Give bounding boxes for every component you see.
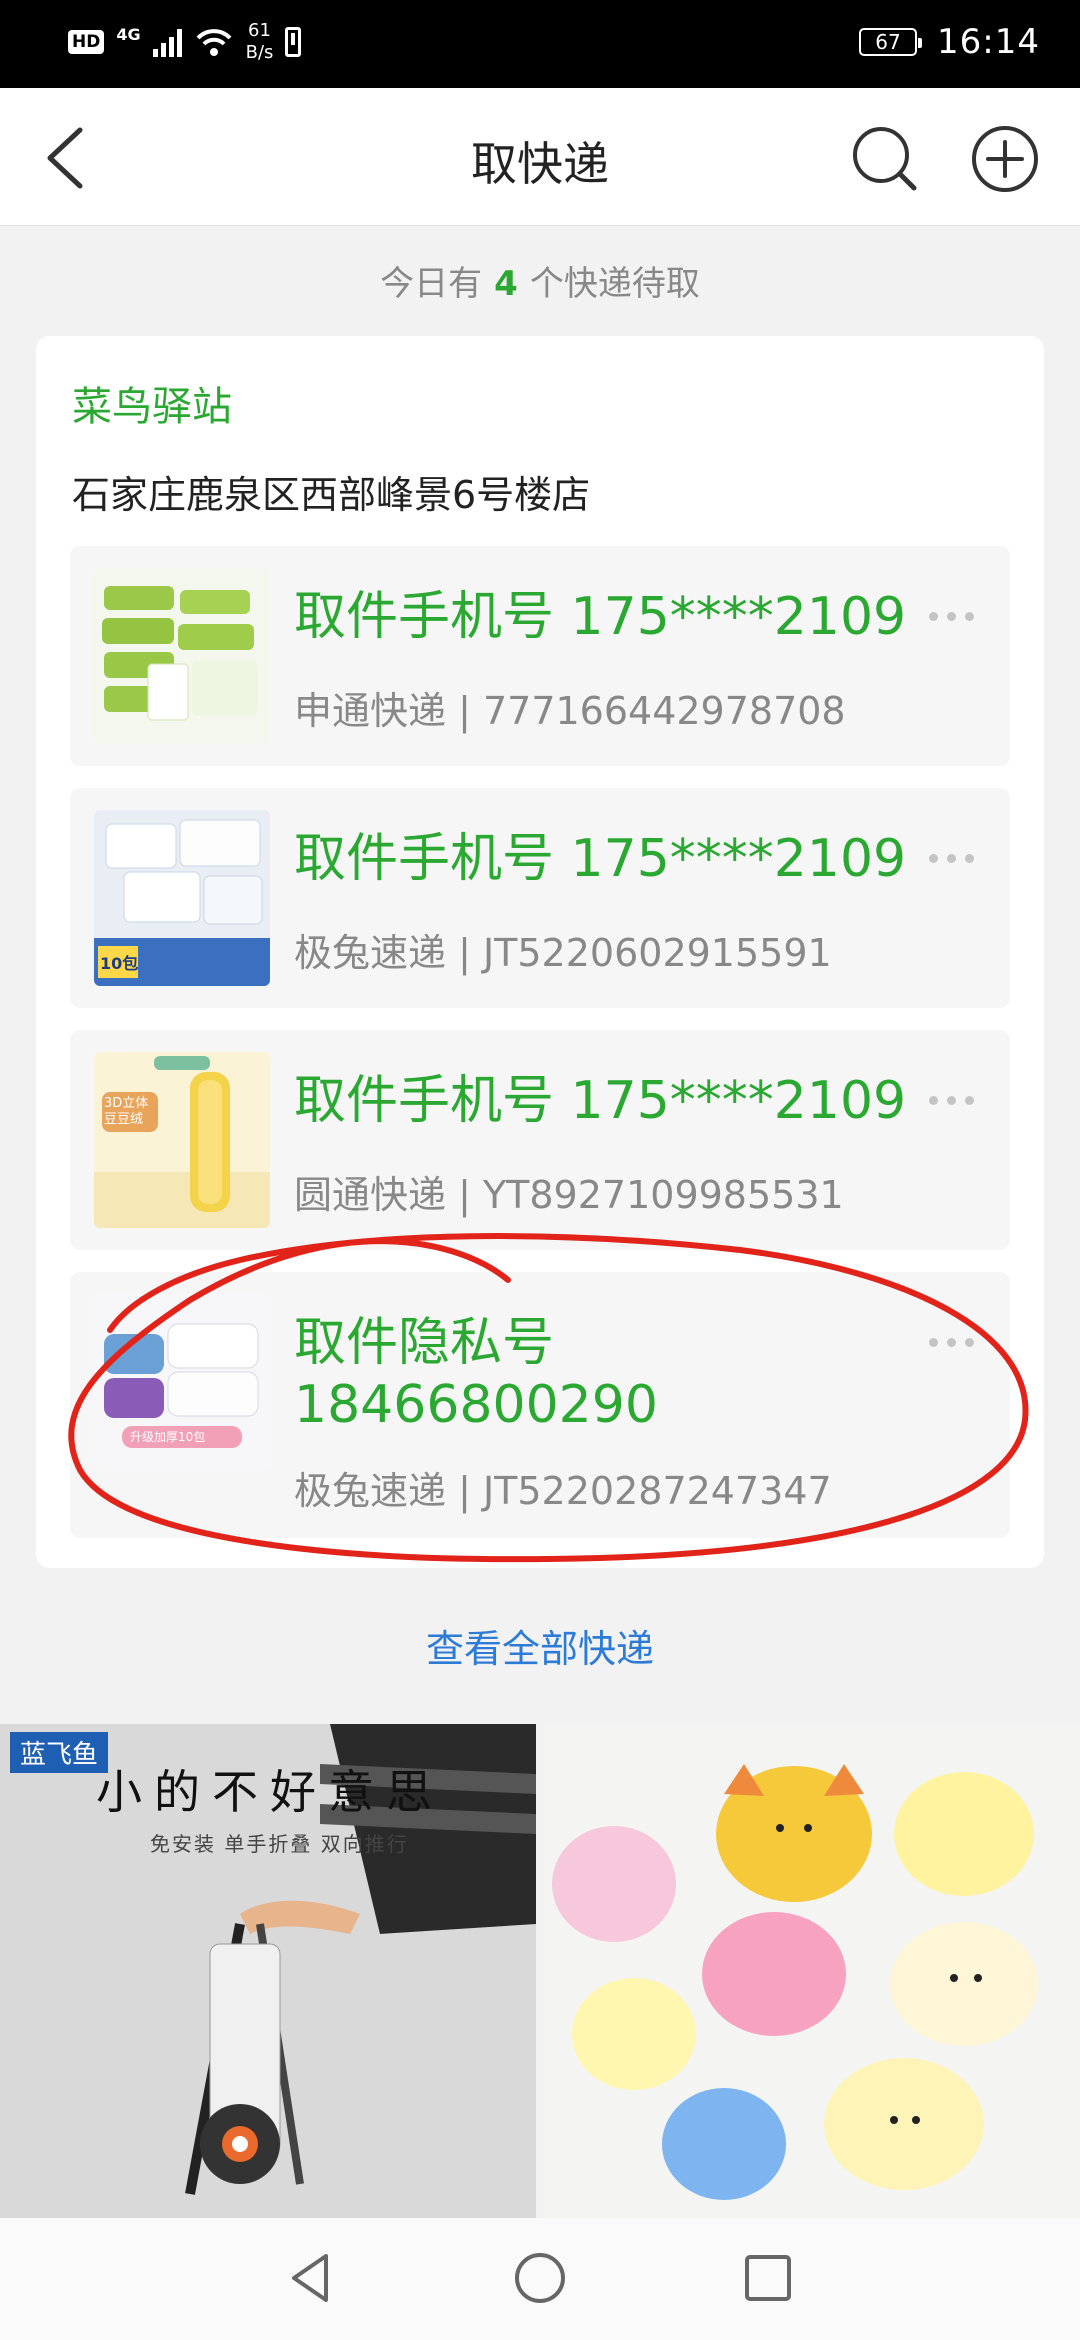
more-icon[interactable] <box>929 854 974 863</box>
promo-tile[interactable] <box>544 1724 1080 2218</box>
carrier-tracking: 申通快递 | 777166442978708 <box>294 689 846 733</box>
battery-icon: 67 <box>859 28 923 56</box>
pending-summary: 今日有 4 个快递待取 <box>380 264 700 304</box>
station-card: 菜鸟驿站 石家庄鹿泉区西部峰景6号楼店 取件手机号 175****2109 申通… <box>36 336 1044 1568</box>
brand-badge: 蓝飞鱼 <box>10 1732 109 1773</box>
carrier-tracking: 极兔速递 | JT5220287247347 <box>294 1469 832 1513</box>
nav-back-icon[interactable] <box>282 2248 342 2308</box>
system-nav-bar <box>0 2218 1080 2340</box>
package-thumbnail: 3D立体 豆豆绒 <box>94 1052 270 1228</box>
promo-tile[interactable]: 蓝飞鱼 小的不好意思 免安装 单手折叠 双向推行 <box>0 1724 536 2218</box>
network-speed: 61 B/s <box>245 20 274 63</box>
promo-subtitle: 免安装 单手折叠 双向推行 <box>150 1832 409 1856</box>
signal-icon <box>152 27 182 57</box>
notification-icon <box>285 27 302 57</box>
nav-recents-icon[interactable] <box>738 2248 798 2308</box>
thumb-badge: 升级加厚10包 <box>130 1430 206 1444</box>
package-thumbnail <box>94 568 270 744</box>
hd-badge: HD <box>68 30 105 54</box>
package-thumbnail: 10包 <box>94 810 270 986</box>
status-bar: HD 4G 61 B/s 67 16:14 <box>0 0 1080 88</box>
promo-headline: 小的不好意思 <box>96 1765 444 1819</box>
thumb-badge: 10包 <box>100 954 139 973</box>
network-type: 4G <box>116 24 141 44</box>
nav-bar: 取快递 <box>0 88 1080 226</box>
station-name[interactable]: 菜鸟驿站 <box>72 374 232 432</box>
pending-count: 4 <box>494 264 518 304</box>
pickup-code: 取件手机号 175****2109 <box>294 587 907 647</box>
package-thumbnail: 升级加厚10包 <box>94 1294 270 1470</box>
station-address: 石家庄鹿泉区西部峰景6号楼店 <box>72 473 591 517</box>
view-all-link[interactable]: 查看全部快递 <box>0 1618 1080 1673</box>
package-item[interactable]: 升级加厚10包 取件隐私号 18466800290 极兔速递 | JT52202… <box>70 1272 1010 1538</box>
plus-icon[interactable] <box>970 124 1040 194</box>
thumb-badge: 3D立体 豆豆绒 <box>104 1096 149 1127</box>
nav-home-icon[interactable] <box>510 2248 570 2308</box>
more-icon[interactable] <box>929 1338 974 1347</box>
package-item[interactable]: 10包 取件手机号 175****2109 极兔速递 | JT522060291… <box>70 788 1010 1008</box>
carrier-tracking: 极兔速递 | JT5220602915591 <box>294 931 832 975</box>
package-item[interactable]: 取件手机号 175****2109 申通快递 | 777166442978708 <box>70 546 1010 766</box>
package-item[interactable]: 3D立体 豆豆绒 取件手机号 175****2109 圆通快递 | YT8927… <box>70 1030 1010 1250</box>
search-icon[interactable] <box>850 124 920 194</box>
more-icon[interactable] <box>929 612 974 621</box>
clock: 16:14 <box>937 22 1040 62</box>
pickup-code: 取件手机号 175****2109 <box>294 1071 907 1131</box>
wifi-icon <box>196 29 232 56</box>
pickup-code: 取件隐私号 18466800290 <box>294 1313 658 1435</box>
pickup-code: 取件手机号 175****2109 <box>294 829 907 889</box>
carrier-tracking: 圆通快递 | YT8927109985531 <box>294 1173 844 1217</box>
more-icon[interactable] <box>929 1096 974 1105</box>
